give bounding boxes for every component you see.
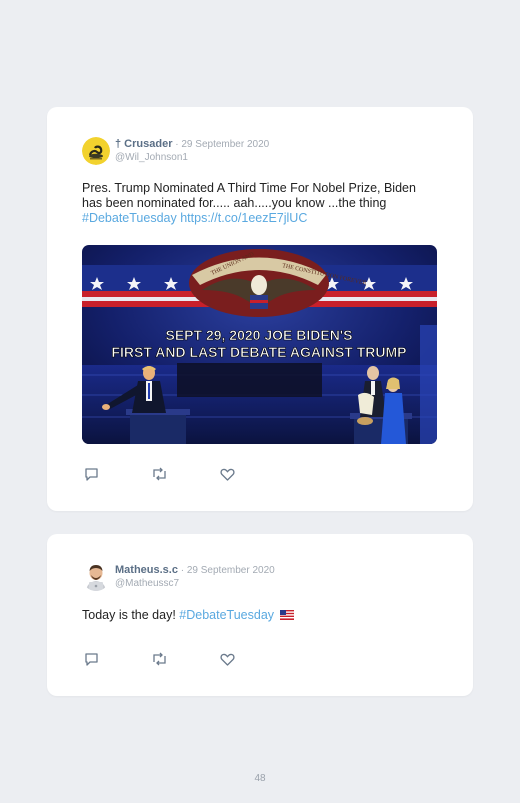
url-link[interactable]: https://t.co/1eezE7jlUC <box>177 211 307 225</box>
avatar[interactable] <box>82 563 110 591</box>
author-handle[interactable]: @Matheussc7 <box>115 577 275 590</box>
tweet-body: Pres. Trump Nominated A Third Time For N… <box>82 181 416 210</box>
tweet-actions <box>82 465 236 483</box>
headline-line-1: SEPT 29, 2020 JOE BIDEN'S <box>166 327 353 343</box>
tweet-date[interactable]: 29 September 2020 <box>187 565 275 576</box>
author-handle[interactable]: @Wil_Johnson1 <box>115 151 269 164</box>
hashtag-link[interactable]: #DebateTuesday <box>82 211 177 225</box>
tweet-actions <box>82 650 236 668</box>
page-number: 48 <box>254 773 266 784</box>
like-icon[interactable] <box>218 650 236 668</box>
author-name[interactable]: Matheus.s.c <box>115 564 178 576</box>
tweet-header: † Crusader · 29 September 2020 @Wil_John… <box>82 135 269 167</box>
tweet-card: † Crusader · 29 September 2020 @Wil_John… <box>47 107 473 511</box>
hashtag-link[interactable]: #DebateTuesday <box>179 608 274 622</box>
tweet-card: Matheus.s.c · 29 September 2020 @Matheus… <box>47 534 473 696</box>
tweet-media-image[interactable]: THE UNION AND THE CONSTITUTION FOREVER S… <box>82 245 437 444</box>
gadsden-flag-avatar-icon <box>82 137 110 165</box>
tweet-header: Matheus.s.c · 29 September 2020 @Matheus… <box>82 561 275 593</box>
reply-icon[interactable] <box>82 650 100 668</box>
memoji-laptop-avatar-icon <box>82 563 110 591</box>
retweet-icon[interactable] <box>150 465 168 483</box>
tweet-date[interactable]: 29 September 2020 <box>181 139 269 150</box>
like-icon[interactable] <box>218 465 236 483</box>
separator: · <box>177 565 187 576</box>
author-name[interactable]: † Crusader <box>115 138 172 150</box>
reply-icon[interactable] <box>82 465 100 483</box>
headline-line-2: FIRST AND LAST DEBATE AGAINST TRUMP <box>111 344 406 360</box>
tweet-meta: Matheus.s.c · 29 September 2020 @Matheus… <box>115 564 275 590</box>
tweet-meta: † Crusader · 29 September 2020 @Wil_John… <box>115 138 269 164</box>
us-flag-icon <box>279 609 294 624</box>
tweet-text: Pres. Trump Nominated A Third Time For N… <box>82 181 422 226</box>
avatar[interactable] <box>82 137 110 165</box>
tweet-text: Today is the day! #DebateTuesday <box>82 608 422 624</box>
tweet-body: Today is the day! <box>82 608 180 622</box>
retweet-icon[interactable] <box>150 650 168 668</box>
